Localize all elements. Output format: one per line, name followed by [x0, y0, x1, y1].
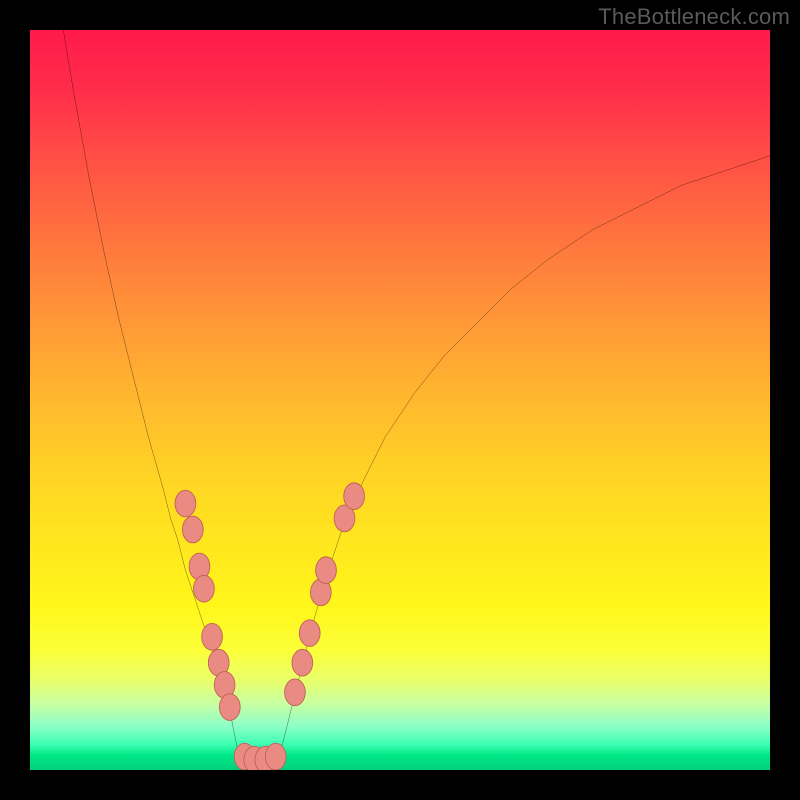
highlight-dot [285, 679, 306, 706]
highlight-dot [316, 557, 337, 584]
highlight-dot [292, 649, 313, 676]
highlight-dots-group [175, 483, 364, 770]
highlight-dot [299, 620, 320, 647]
highlight-dot [175, 490, 196, 517]
watermark-text: TheBottleneck.com [598, 4, 790, 30]
plot-area [30, 30, 770, 770]
highlight-dot [182, 516, 203, 543]
highlight-dot [219, 694, 240, 721]
highlight-dot [202, 623, 223, 650]
highlight-dot [265, 743, 286, 770]
dots-layer [30, 30, 770, 770]
highlight-dot [194, 575, 215, 602]
highlight-dot [344, 483, 365, 510]
outer-frame: TheBottleneck.com [0, 0, 800, 800]
